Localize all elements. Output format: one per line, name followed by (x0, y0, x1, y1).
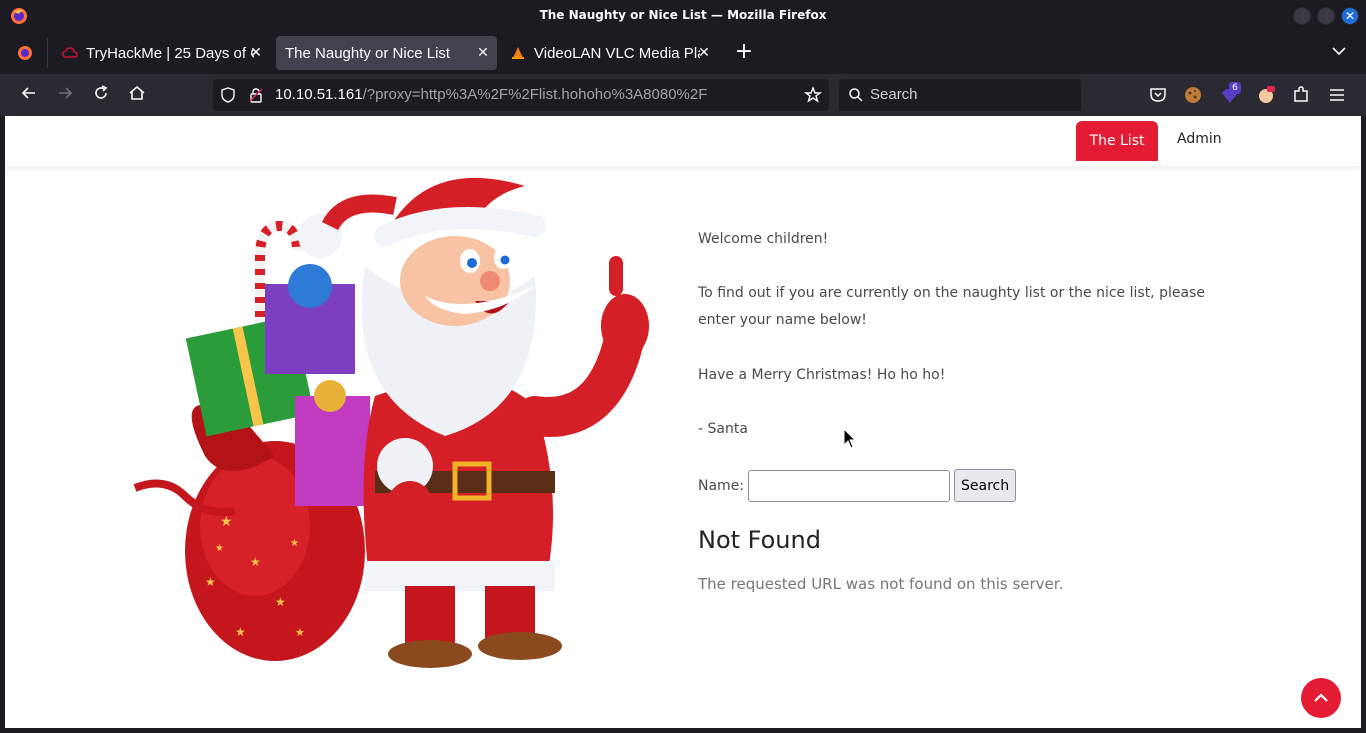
tab-label: VideoLAN VLC Media Play (534, 44, 700, 62)
nav-the-list[interactable]: The List (1076, 121, 1158, 161)
svg-text:★: ★ (220, 514, 233, 530)
lock-insecure-icon[interactable] (248, 87, 264, 103)
cloud-icon (62, 47, 78, 58)
minimize-button[interactable] (1293, 7, 1311, 25)
svg-text:★: ★ (205, 575, 216, 589)
extensions-puzzle-icon[interactable] (1291, 85, 1311, 105)
svg-text:★: ★ (295, 626, 305, 639)
close-tab-icon[interactable]: ✕ (475, 44, 491, 60)
close-tab-icon[interactable]: ✕ (696, 44, 712, 60)
home-icon[interactable] (125, 84, 149, 106)
site-header: The List Admin (5, 116, 1361, 166)
welcome-text: Welcome children! (698, 231, 829, 247)
svg-text:★: ★ (250, 555, 261, 569)
search-button[interactable]: Search (954, 469, 1017, 502)
tab-vlc[interactable]: VideoLAN VLC Media Play ✕ (500, 36, 718, 70)
back-to-top-button[interactable] (1301, 678, 1341, 718)
tab-tryhackme[interactable]: TryHackMe | 25 Days of Cy ✕ (52, 36, 270, 70)
tab-label: The Naughty or Nice List (285, 44, 451, 62)
svg-text:★: ★ (275, 595, 286, 609)
maximize-button[interactable] (1317, 7, 1335, 25)
window-titlebar: The Naughty or Nice List — Mozilla Firef… (0, 0, 1366, 32)
vlc-cone-icon (512, 47, 524, 59)
shield-icon[interactable] (220, 87, 236, 103)
url-host: 10.10.51.161 (275, 86, 363, 103)
extension-with-badge[interactable]: 6 (1220, 82, 1242, 107)
cookie-extension-icon[interactable] (1183, 85, 1203, 105)
reload-icon[interactable] (89, 84, 113, 106)
santa-illustration: ★ ★ ★ ★ ★ ★ ★ ★ (133, 177, 649, 668)
signature-text: - Santa (698, 421, 748, 437)
tab-bar: TryHackMe | 25 Days of Cy ✕ The Naughty … (0, 32, 1366, 74)
bookmark-star-icon[interactable] (804, 86, 822, 104)
name-label: Name: (698, 477, 745, 494)
svg-text:★: ★ (235, 625, 246, 639)
instructions-text: To find out if you are currently on the … (698, 285, 1205, 328)
name-search-form: Name: Search (698, 469, 1017, 502)
nav-admin[interactable]: Admin (1177, 131, 1222, 147)
extension-badge: 6 (1229, 82, 1241, 94)
new-tab-button[interactable]: + (734, 40, 754, 64)
list-all-tabs-chevron-icon[interactable] (1332, 44, 1346, 60)
pocket-icon[interactable] (1148, 85, 1168, 105)
svg-text:★: ★ (290, 538, 299, 549)
mouse-cursor-icon (843, 428, 857, 449)
url-path: /?proxy=http%3A%2F%2Flist.hohoho%3A8080%… (362, 86, 708, 103)
greeting-text: Have a Merry Christmas! Ho ho ho! (698, 367, 946, 383)
tab-label: TryHackMe | 25 Days of Cy (86, 44, 254, 62)
close-tab-icon[interactable]: ✕ (248, 44, 264, 60)
intro-text: Welcome children! To find out if you are… (698, 226, 1218, 443)
search-icon (849, 88, 863, 102)
close-window-button[interactable]: ✕ (1341, 7, 1359, 25)
back-arrow-icon[interactable] (17, 84, 41, 106)
user-agent-extension-icon[interactable] (1256, 85, 1276, 105)
result-title: Not Found (698, 526, 821, 554)
tab-separator (47, 38, 48, 68)
firefox-view-icon[interactable] (10, 40, 40, 68)
chevron-up-icon (1314, 693, 1328, 702)
window-bottom-frame (0, 728, 1366, 733)
svg-text:★: ★ (215, 543, 224, 554)
tab-naughty-nice[interactable]: The Naughty or Nice List ✕ (276, 36, 497, 70)
name-input[interactable] (748, 469, 951, 502)
hamburger-menu-icon[interactable] (1327, 85, 1347, 105)
window-title: The Naughty or Nice List — Mozilla Firef… (539, 8, 827, 22)
forward-arrow-icon[interactable] (53, 84, 77, 106)
search-placeholder: Search (870, 86, 918, 103)
url-text[interactable]: 10.10.51.161/?proxy=http%3A%2F%2Flist.ho… (275, 86, 707, 103)
result-message: The requested URL was not found on this … (698, 575, 1064, 593)
page-content: The List Admin ★ ★ ★ ★ ★ ★ ★ ★ Welcome c… (5, 116, 1361, 728)
